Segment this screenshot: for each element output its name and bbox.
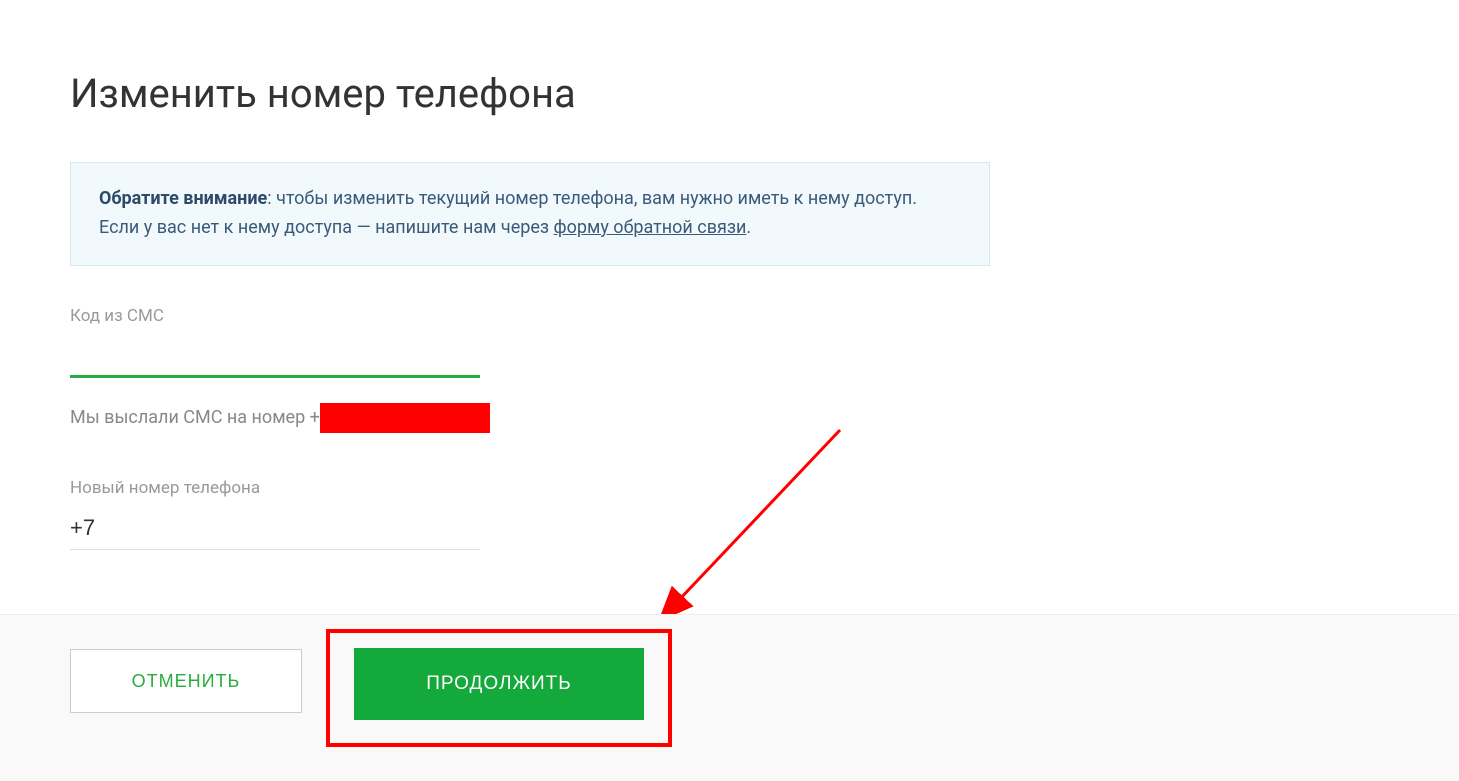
new-phone-input[interactable] (70, 508, 480, 550)
notice-bold-prefix: Обратите внимание (99, 188, 267, 209)
sms-sent-text: Мы выслали СМС на номер + (70, 407, 320, 428)
feedback-form-link[interactable]: форму обратной связи (554, 217, 747, 238)
redacted-phone-number (320, 403, 490, 433)
continue-button[interactable]: ПРОДОЛЖИТЬ (354, 648, 644, 720)
page-title: Изменить номер телефона (70, 70, 1389, 117)
notice-text: Обратите внимание: чтобы изменить текущи… (99, 185, 961, 243)
cancel-button[interactable]: ОТМЕНИТЬ (70, 649, 302, 713)
footer-bar: ОТМЕНИТЬ ПРОДОЛЖИТЬ (0, 614, 1459, 781)
new-phone-label: Новый номер телефона (70, 478, 1389, 498)
sms-code-label: Код из СМС (70, 306, 1389, 326)
notice-part2: . (746, 217, 751, 238)
sms-code-input[interactable] (70, 336, 480, 378)
continue-button-highlight: ПРОДОЛЖИТЬ (326, 629, 672, 747)
sms-sent-row: Мы выслали СМС на номер + (70, 403, 1389, 433)
notice-box: Обратите внимание: чтобы изменить текущи… (70, 162, 990, 266)
